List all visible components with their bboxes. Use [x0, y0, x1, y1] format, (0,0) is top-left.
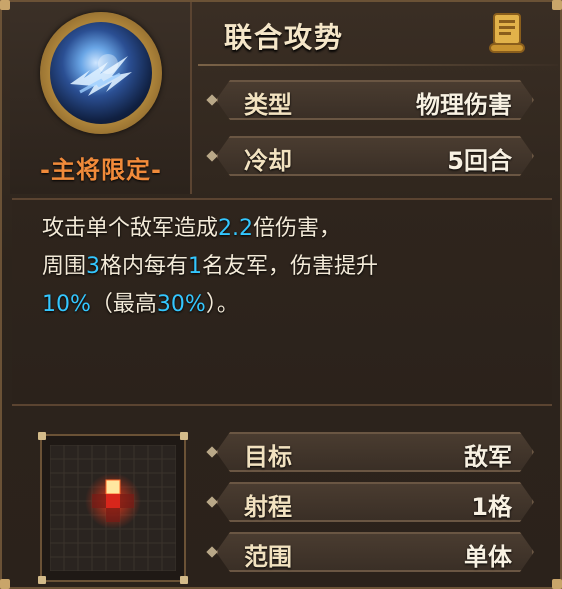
- stat-label: 范围: [244, 543, 292, 571]
- skill-header: -主将限定- 联合攻势 类型 物理伤害 冷却 5回合: [2, 2, 560, 198]
- description-line-3: 10%（最高30%）。: [42, 286, 542, 324]
- lightning-orb-icon: [50, 22, 152, 124]
- title-divider: [198, 64, 558, 66]
- desc-text: 格内每有: [100, 254, 189, 279]
- stat-label: 冷却: [244, 147, 292, 175]
- stat-value: 物理伤害: [416, 91, 512, 119]
- leader-only-label: -主将限定-: [40, 156, 162, 184]
- desc-text: ）。: [205, 292, 239, 317]
- skill-title: 联合攻势: [224, 21, 345, 54]
- stat-value: 1格: [471, 493, 512, 521]
- stat-value: 单体: [464, 543, 512, 571]
- desc-text: 周围: [42, 254, 87, 279]
- corner-ornament: [38, 432, 46, 440]
- corner-ornament: [38, 576, 46, 584]
- stat-value: 5回合: [447, 147, 512, 175]
- corner-ornament: [180, 576, 188, 584]
- desc-text: （最高: [90, 292, 157, 317]
- scroll-book-icon[interactable]: [486, 10, 530, 58]
- corner-ornament: [180, 432, 188, 440]
- stat-row-type: 类型 物理伤害: [216, 80, 534, 120]
- stat-row-cooldown: 冷却 5回合: [216, 136, 534, 176]
- corner-ornament: [552, 579, 562, 589]
- diamond-bullet-icon: [206, 150, 218, 162]
- desc-highlight: 30%: [156, 292, 206, 317]
- range-grid-icon: [38, 432, 188, 584]
- skill-tooltip-panel: -主将限定- 联合攻势 类型 物理伤害 冷却 5回合 攻击单个敌军造成2.2倍伤…: [0, 0, 562, 589]
- desc-highlight: 3: [86, 254, 101, 279]
- description-line-2: 周围3格内每有1名友军，伤害提升: [42, 248, 542, 286]
- desc-highlight: 1: [188, 254, 203, 279]
- stat-label: 射程: [244, 493, 292, 521]
- corner-ornament: [0, 579, 10, 589]
- diamond-bullet-icon: [206, 446, 218, 458]
- description-text: 攻击单个敌军造成2.2倍伤害， 周围3格内每有1名友军，伤害提升 10%（最高3…: [42, 210, 542, 324]
- diamond-bullet-icon: [206, 546, 218, 558]
- stat-label: 类型: [244, 91, 292, 119]
- desc-text: 攻击单个敌军造成: [42, 216, 219, 241]
- skill-description: 攻击单个敌军造成2.2倍伤害， 周围3格内每有1名友军，伤害提升 10%（最高3…: [12, 198, 552, 406]
- desc-text: 倍伤害，: [253, 216, 342, 241]
- diamond-bullet-icon: [206, 94, 218, 106]
- stat-row-range: 射程 1格: [216, 482, 534, 522]
- desc-highlight: 10%: [42, 292, 91, 317]
- diamond-bullet-icon: [206, 496, 218, 508]
- stat-label: 目标: [244, 443, 292, 471]
- stat-value: 敌军: [464, 443, 512, 471]
- stat-row-target: 目标 敌军: [216, 432, 534, 472]
- desc-text: 名友军，伤害提升: [202, 254, 379, 279]
- desc-highlight: 2.2: [218, 216, 254, 241]
- description-line-1: 攻击单个敌军造成2.2倍伤害，: [42, 210, 542, 248]
- skill-icon-frame: -主将限定-: [10, 2, 192, 194]
- stat-row-area: 范围 单体: [216, 532, 534, 572]
- skill-icon-ring: [40, 12, 162, 134]
